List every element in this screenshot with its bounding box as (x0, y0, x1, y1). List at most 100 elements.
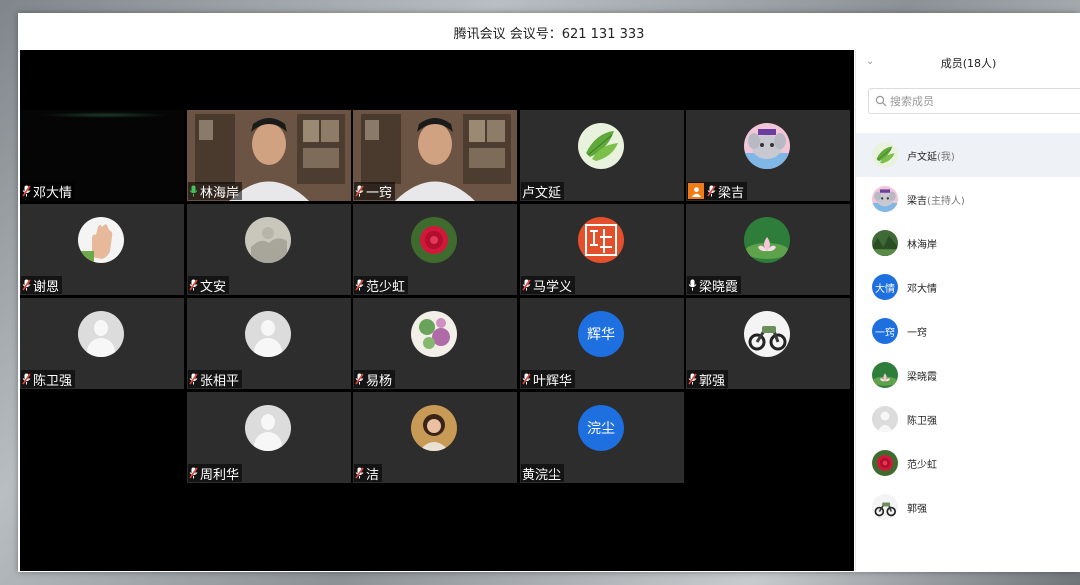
participant-tile[interactable]: 谢恩 (20, 204, 184, 295)
member-list-item[interactable]: 林海岸 (856, 221, 1080, 265)
participant-tile[interactable]: 马学义 (520, 204, 684, 295)
members-header[interactable]: ⌄ 成员(18人) (856, 50, 1080, 76)
mic-muted-icon (522, 279, 533, 291)
avatar-text: 浣尘 (587, 421, 615, 437)
member-name-text: 范少虹 (907, 459, 937, 471)
member-name: 郭强 (907, 500, 927, 515)
painting-avatar (245, 217, 291, 263)
participant-nameplate: 林海岸 (188, 182, 243, 201)
avatar-text: 一窍 (875, 327, 895, 339)
participant-nameplate: 陈卫强 (21, 370, 76, 389)
participant-tile[interactable]: 卢文延 (520, 110, 684, 201)
participant-tile[interactable]: 浣尘黄浣尘 (520, 392, 684, 483)
member-list-item[interactable]: 卢文延(我) (856, 133, 1080, 177)
participant-name: 林海岸 (200, 185, 240, 201)
succulent-avatar (411, 311, 457, 357)
mic-muted-icon (355, 467, 366, 479)
member-name-text: 陈卫强 (907, 415, 937, 427)
mic-muted-icon (355, 373, 366, 385)
hand-avatar (78, 217, 124, 263)
member-list-item[interactable]: 陈卫强 (856, 397, 1080, 441)
cartoon-avatar (872, 186, 898, 212)
participant-name: 谢恩 (33, 279, 60, 295)
window-title: 腾讯会议 会议号：621 131 333 (453, 26, 645, 42)
text-avatar: 辉华 (578, 311, 624, 357)
participant-tile[interactable]: 陈卫强 (20, 298, 184, 389)
participant-name: 叶辉华 (533, 373, 573, 389)
default-person-avatar (245, 405, 291, 451)
participant-tile[interactable]: 文安 (187, 204, 351, 295)
participant-tile[interactable]: 郭强 (686, 298, 850, 389)
search-members-input[interactable]: 搜索成员 (868, 88, 1080, 114)
member-name-text: 梁吉 (907, 195, 927, 207)
avatar-text: 大情 (875, 283, 895, 295)
lotus-avatar (872, 362, 898, 388)
participant-tile[interactable]: 林海岸 (187, 110, 351, 201)
default-person-avatar (872, 406, 898, 432)
member-name: 梁吉(主持人) (907, 192, 965, 207)
participant-tile[interactable]: 一窍 (353, 110, 517, 201)
participant-name: 马学义 (533, 279, 573, 295)
member-list-item[interactable]: 梁吉(主持人) (856, 177, 1080, 221)
mic-muted-icon (22, 373, 33, 385)
participant-name: 梁晓霞 (699, 279, 739, 295)
participant-tile[interactable]: 范少虹 (353, 204, 517, 295)
member-name-text: 邓大情 (907, 283, 937, 295)
tea-leaf-avatar (872, 142, 898, 168)
motorcycle-avatar (872, 494, 898, 520)
participant-tile[interactable]: 洁 (353, 392, 517, 483)
tea-leaf-avatar (578, 123, 624, 169)
mic-muted-icon (189, 373, 200, 385)
participant-tile[interactable]: 梁晓霞 (686, 204, 850, 295)
member-role: (主持人) (927, 195, 965, 207)
member-list-item[interactable]: 梁晓霞 (856, 353, 1080, 397)
participant-nameplate: 黄浣尘 (521, 464, 565, 483)
search-icon (875, 95, 887, 107)
participant-nameplate: 文安 (188, 276, 230, 295)
title-bar: 腾讯会议 会议号：621 131 333 (18, 13, 1080, 52)
chevron-down-icon[interactable]: ⌄ (866, 56, 874, 67)
participant-tile[interactable]: 邓大情 (20, 110, 184, 201)
cartoon-avatar (744, 123, 790, 169)
member-list-item[interactable]: 大情 邓大情 (856, 265, 1080, 309)
woman-photo-avatar (411, 405, 457, 451)
members-title: 成员(18人) (940, 57, 997, 70)
member-name: 梁晓霞 (907, 368, 937, 383)
video-grid: 邓大情 林海岸 一窍 卢文延 梁吉 谢恩 文安 范少虹 马学义 梁晓霞 陈卫强 张相平 易杨 辉华 叶辉华郭… (20, 50, 854, 571)
default-person-avatar (245, 311, 291, 357)
mic-muted-icon (22, 279, 33, 291)
participant-nameplate: 梁吉 (687, 182, 748, 201)
participant-name: 郭强 (699, 373, 726, 389)
member-list-item[interactable]: 一窍 一窍 (856, 309, 1080, 353)
participant-name: 范少虹 (366, 279, 406, 295)
member-list-item[interactable]: 范少虹 (856, 441, 1080, 485)
member-name-text: 郭强 (907, 503, 927, 515)
member-name: 一窍 (907, 324, 927, 339)
member-role: (我) (937, 151, 955, 163)
member-name: 林海岸 (907, 236, 937, 251)
participant-tile[interactable]: 周利华 (187, 392, 351, 483)
member-name-text: 卢文延 (907, 151, 937, 163)
search-placeholder: 搜索成员 (890, 95, 934, 108)
participant-nameplate: 易杨 (354, 370, 396, 389)
participant-nameplate: 周利华 (188, 464, 243, 483)
participant-nameplate: 叶辉华 (521, 370, 576, 389)
member-list-item[interactable]: 郭强 (856, 485, 1080, 529)
text-avatar: 浣尘 (578, 405, 624, 451)
mic-muted-icon (522, 373, 533, 385)
participant-nameplate: 洁 (354, 464, 383, 483)
participant-tile[interactable]: 辉华 叶辉华 (520, 298, 684, 389)
participant-tile[interactable]: 易杨 (353, 298, 517, 389)
participant-tile[interactable]: 梁吉 (686, 110, 850, 201)
participant-nameplate: 一窍 (354, 182, 396, 201)
mic-muted-icon (189, 279, 200, 291)
default-person-avatar (78, 311, 124, 357)
participant-tile[interactable]: 张相平 (187, 298, 351, 389)
participant-name: 易杨 (366, 373, 393, 389)
participant-name: 洁 (366, 467, 380, 483)
participant-name: 卢文延 (522, 185, 562, 201)
mic-icon (688, 279, 699, 291)
text-avatar: 一窍 (872, 318, 898, 344)
participant-nameplate: 谢恩 (21, 276, 63, 295)
members-panel: ⌄ 成员(18人) 搜索成员 卢文延(我) 梁吉(主持人) 林海岸 大情 邓大情 一窍 一窍… (855, 50, 1080, 571)
